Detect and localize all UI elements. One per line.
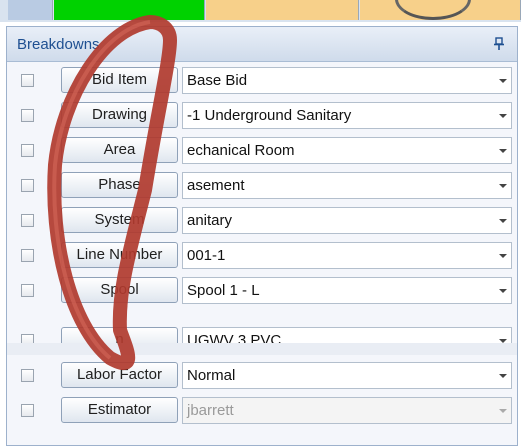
annotation-loop xyxy=(47,15,177,370)
annotation-loop-stroke xyxy=(47,15,177,370)
